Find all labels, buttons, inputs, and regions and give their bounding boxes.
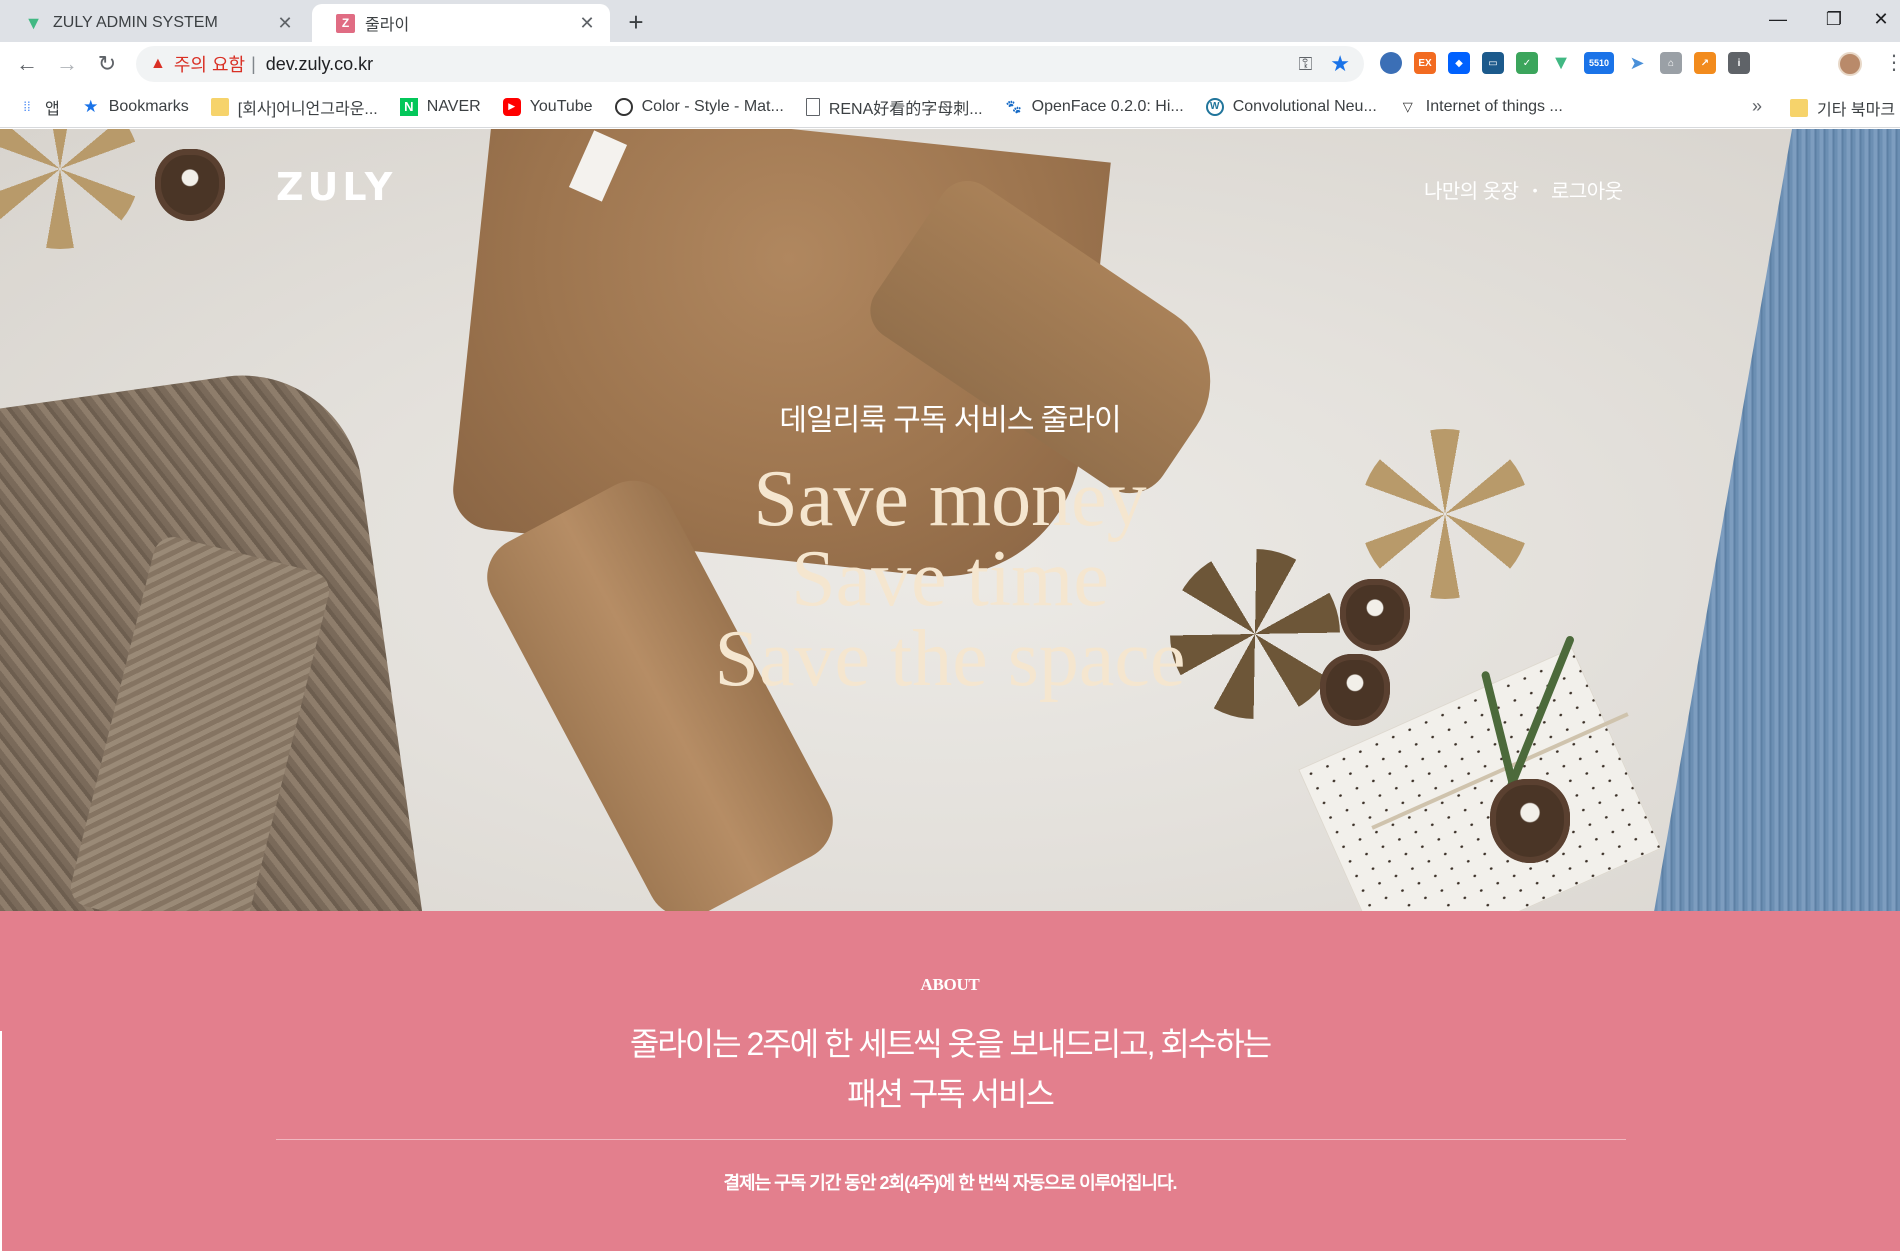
tag-extension-icon[interactable]: ⌂ bbox=[1660, 52, 1682, 74]
extensions-area: EX ◆ ▭ ✓ ▼ 5510 ➤ ⌂ ↗ i bbox=[1380, 52, 1750, 74]
bookmark-material[interactable]: Color - Style - Mat... bbox=[614, 97, 784, 116]
page-icon bbox=[805, 97, 820, 116]
naver-icon: N bbox=[399, 97, 418, 116]
info-extension-icon[interactable]: i bbox=[1728, 52, 1750, 74]
vue-icon: ▼ bbox=[24, 12, 43, 33]
tab-title: 줄라이 bbox=[365, 17, 410, 34]
bookmark-label: YouTube bbox=[529, 97, 593, 115]
bookmark-label: Convolutional Neu... bbox=[1232, 97, 1377, 115]
nav-my-closet[interactable]: 나만의 옷장 bbox=[1424, 175, 1519, 204]
restore-button[interactable]: ❐ bbox=[1806, 0, 1862, 38]
folder-icon bbox=[210, 97, 229, 116]
about-title: ABOUT bbox=[920, 975, 980, 994]
vue-devtools-icon[interactable]: ▼ bbox=[1550, 52, 1572, 74]
bookmark-label: OpenFace 0.2.0: Hi... bbox=[1031, 97, 1184, 115]
bookmark-openface[interactable]: 🐾 OpenFace 0.2.0: Hi... bbox=[1005, 98, 1184, 116]
tab-zuly[interactable]: Z 줄라이 ✕ bbox=[312, 4, 610, 42]
wordpress-icon: W bbox=[1205, 97, 1224, 116]
bookmark-label: Color - Style - Mat... bbox=[641, 97, 784, 115]
forward-button[interactable]: → bbox=[52, 49, 82, 79]
minimize-button[interactable]: — bbox=[1750, 0, 1806, 38]
other-bookmarks[interactable]: 기타 북마크 bbox=[1790, 96, 1895, 120]
nav-separator: • bbox=[1532, 181, 1538, 198]
dropbox-extension-icon[interactable]: ◆ bbox=[1448, 52, 1470, 74]
new-tab-button[interactable]: + bbox=[622, 7, 650, 37]
about-payment-note: 결제는 구독 기간 동안 2회(4주)에 한 번씩 자동으로 이루어집니다. bbox=[723, 1173, 1177, 1193]
nav-logout[interactable]: 로그아웃 bbox=[1551, 175, 1623, 204]
omnibox-separator: | bbox=[251, 53, 256, 74]
browser-toolbar: ← → ↻ ▲ 주의 요함 | dev.zuly.co.kr ⚿ ★ EX ◆ … bbox=[0, 42, 1900, 86]
back-button[interactable]: ← bbox=[12, 49, 42, 79]
hero-section: ZULY 나만의 옷장 • 로그아웃 데일리룩 구독 서비스 줄라이 Save … bbox=[0, 129, 1900, 911]
close-icon[interactable]: ✕ bbox=[576, 12, 598, 34]
bookmarks-bar: ⁞⁞ 앱 ★ Bookmarks [회사]어니언그라운... N NAVER ▶… bbox=[0, 86, 1900, 128]
bookmark-youtube[interactable]: ▶ YouTube bbox=[502, 97, 593, 116]
address-bar[interactable]: ▲ 주의 요함 | dev.zuly.co.kr ⚿ ★ bbox=[136, 46, 1364, 82]
bookmark-rena[interactable]: RENA好看的字母刺... bbox=[805, 95, 983, 119]
profile-avatar[interactable] bbox=[1838, 52, 1862, 76]
bookmark-label: Bookmarks bbox=[108, 97, 189, 115]
youtube-icon: ▶ bbox=[502, 97, 521, 116]
snowflake-ornament-icon bbox=[0, 129, 140, 249]
hero-line: Save money bbox=[753, 455, 1147, 543]
hero-subtitle: 데일리룩 구독 서비스 줄라이 bbox=[779, 404, 1121, 437]
about-headline-line: 패션 구독 서비스 bbox=[847, 1076, 1055, 1112]
about-headline: 줄라이는 2주에 한 세트씩 옷을 보내드리고, 회수하는 패션 구독 서비스 bbox=[0, 1019, 1900, 1119]
chart-extension-icon[interactable]: ↗ bbox=[1694, 52, 1716, 74]
triangle-icon: ▽ bbox=[1402, 98, 1413, 114]
bookmark-apps[interactable]: ⁞⁞ 앱 bbox=[18, 95, 60, 119]
bookmark-label: NAVER bbox=[426, 97, 481, 115]
send-extension-icon[interactable]: ➤ bbox=[1626, 52, 1648, 74]
about-section: ABOUT 줄라이는 2주에 한 세트씩 옷을 보내드리고, 회수하는 패션 구… bbox=[0, 911, 1900, 1251]
bookmark-star-icon[interactable]: ★ bbox=[1330, 51, 1350, 77]
globe-extension-icon[interactable] bbox=[1380, 52, 1402, 74]
reload-button[interactable]: ↻ bbox=[92, 49, 122, 79]
bookmark-bookmarks[interactable]: ★ Bookmarks bbox=[82, 96, 189, 116]
menu-icon[interactable]: ⋮ bbox=[1884, 50, 1900, 75]
bookmark-label: RENA好看的字母刺... bbox=[828, 100, 983, 118]
apps-grid-icon: ⁞⁞ bbox=[23, 99, 31, 114]
tab-title: ZULY ADMIN SYSTEM bbox=[53, 14, 218, 31]
bookmark-label: [회사]어니언그라운... bbox=[237, 100, 378, 118]
material-icon bbox=[614, 97, 633, 116]
close-icon[interactable]: ✕ bbox=[274, 12, 296, 34]
pinecone-icon bbox=[1490, 779, 1570, 863]
paw-icon: 🐾 bbox=[1005, 98, 1022, 114]
bookmark-label: 앱 bbox=[45, 100, 60, 118]
security-warning[interactable]: 주의 요함 bbox=[174, 51, 245, 77]
shield-extension-icon[interactable]: ✓ bbox=[1516, 52, 1538, 74]
tab-zuly-admin[interactable]: ▼ ZULY ADMIN SYSTEM ✕ bbox=[0, 4, 308, 42]
hero-line: Save the space bbox=[714, 615, 1186, 703]
window-close-button[interactable]: ✕ bbox=[1862, 0, 1900, 38]
zuly-icon: Z bbox=[336, 13, 355, 33]
folder-icon bbox=[1790, 99, 1808, 117]
top-nav: 나만의 옷장 • 로그아웃 bbox=[1424, 175, 1623, 204]
bookmark-label: 기타 북마크 bbox=[1817, 102, 1896, 119]
counter-extension-icon[interactable]: 5510 bbox=[1584, 52, 1614, 74]
hero-headline: Save money Save time Save the space bbox=[0, 459, 1900, 699]
pinecone-icon bbox=[155, 149, 225, 221]
bookmark-company[interactable]: [회사]어니언그라운... bbox=[210, 95, 378, 119]
ex-extension-icon[interactable]: EX bbox=[1414, 52, 1436, 74]
bookmark-convolutional[interactable]: W Convolutional Neu... bbox=[1205, 97, 1377, 116]
bookmark-label: Internet of things ... bbox=[1425, 97, 1563, 115]
warning-icon[interactable]: ▲ bbox=[150, 55, 166, 73]
key-icon[interactable]: ⚿ bbox=[1299, 54, 1313, 75]
more-bookmarks-icon[interactable]: » bbox=[1752, 96, 1762, 117]
url-text[interactable]: dev.zuly.co.kr bbox=[266, 54, 1299, 75]
hero-line: Save time bbox=[791, 535, 1109, 623]
divider bbox=[276, 1139, 1626, 1140]
zuly-logo[interactable]: ZULY bbox=[276, 165, 396, 209]
bookmark-iot[interactable]: ▽ Internet of things ... bbox=[1399, 98, 1563, 116]
bookmark-naver[interactable]: N NAVER bbox=[399, 97, 481, 116]
card-extension-icon[interactable]: ▭ bbox=[1482, 52, 1504, 74]
about-headline-line: 줄라이는 2주에 한 세트씩 옷을 보내드리고, 회수하는 bbox=[629, 1026, 1272, 1062]
tab-strip: ▼ ZULY ADMIN SYSTEM ✕ Z 줄라이 ✕ + — ❐ ✕ bbox=[0, 0, 1900, 42]
star-icon: ★ bbox=[83, 96, 99, 116]
